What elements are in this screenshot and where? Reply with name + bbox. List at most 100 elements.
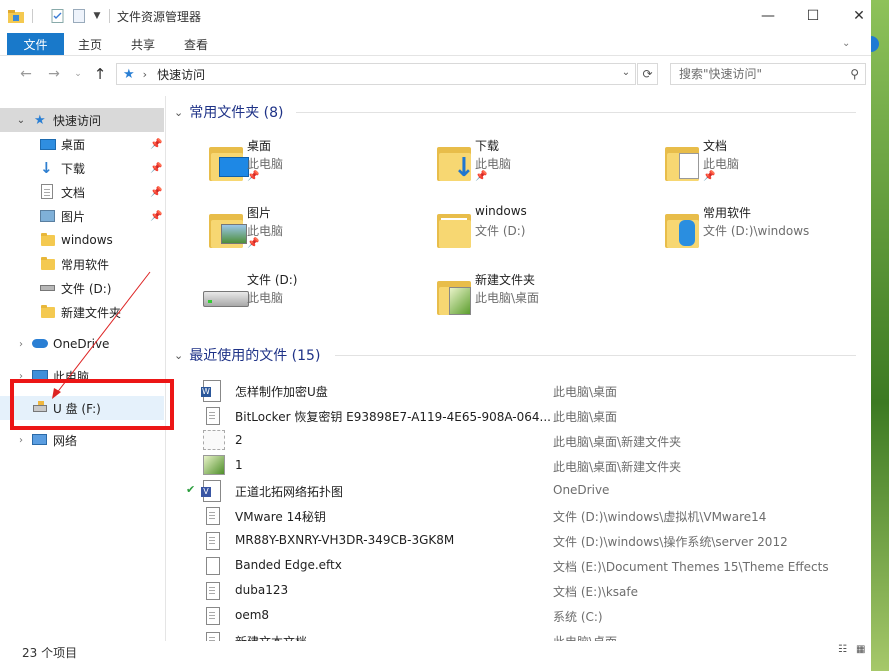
tab-home[interactable]: 主页 [78,33,102,55]
image-folder-icon [437,277,471,315]
forward-button[interactable]: → [44,64,64,84]
pin-icon[interactable]: 📌 [703,171,715,182]
text-file-icon [206,607,220,625]
recent-file-row[interactable]: 2 此电脑\桌面\新建文件夹 [200,428,850,453]
breadcrumb-separator: › [142,67,148,81]
nav-item-desktop[interactable]: 桌面 📌 [0,132,164,156]
pin-icon[interactable]: 📌 [150,163,162,174]
text-file-icon [206,532,220,550]
recent-file-row[interactable]: Banded Edge.eftx 文档 (E:)\Document Themes… [200,553,850,578]
pin-icon[interactable]: 📌 [150,211,162,222]
text-file-icon [206,507,220,525]
large-icons-view-icon[interactable]: ▦ [856,644,870,656]
chevron-down-icon[interactable]: ⌄ [174,349,183,362]
tile-name: windows [475,204,527,218]
title-separator [107,8,111,24]
group-title: 最近使用的文件 (15) [189,348,321,364]
tile-software[interactable]: 常用软件 文件 (D:)\windows [657,200,871,260]
maximize-button[interactable]: ☐ [790,0,836,31]
tile-new-folder[interactable]: 新建文件夹 此电脑\桌面 [429,267,649,327]
back-button[interactable]: ← [16,64,36,84]
desktop-background [863,0,889,671]
tile-desktop[interactable]: 桌面 此电脑 📌 [201,133,421,193]
text-file-icon [206,407,220,425]
folder-icon [41,233,55,246]
recent-file-row[interactable]: 1 此电脑\桌面\新建文件夹 [200,453,850,478]
address-dropdown-icon[interactable]: ⌄ [619,67,633,81]
image-file-icon [203,430,225,450]
refresh-button[interactable]: ⟳ [637,63,658,85]
recent-file-row[interactable]: BitLocker 恢复密钥 E93898E7-A119-4E65-908A-0… [200,403,850,428]
file-name: 正道北拓网络拓扑图 [235,485,344,499]
nav-item-windows[interactable]: windows [0,228,164,252]
title-bar: ▼ 文件资源管理器 — ☐ ✕ [0,0,871,31]
file-path: 文档 (E:)\ksafe [553,585,639,599]
recent-file-row[interactable]: VMware 14秘钥 文件 (D:)\windows\虚拟机\VMware14 [200,503,850,528]
software-folder-icon [665,210,699,248]
recent-file-row[interactable]: MR88Y-BXNRY-VH3DR-349CB-3GK8M 文件 (D:)\wi… [200,528,850,553]
tile-location: 此电脑 [247,224,284,238]
file-path: 此电脑\桌面 [553,385,618,399]
status-bar: 23 个项目 [0,641,871,661]
recent-file-row[interactable]: duba123 文档 (E:)\ksafe [200,578,850,603]
text-file-icon [206,632,220,641]
file-path: 文件 (D:)\windows\操作系统\server 2012 [553,535,788,549]
nav-item-downloads[interactable]: ↓ 下载 📌 [0,156,164,180]
tile-location: 此电脑 [475,157,512,171]
tile-downloads[interactable]: ↓ 下载 此电脑 📌 [429,133,649,193]
tile-documents[interactable]: 文档 此电脑 📌 [657,133,871,193]
recent-file-row[interactable]: 新建文本文档 此电脑\桌面 [200,628,850,641]
properties-icon[interactable] [50,8,66,24]
address-bar[interactable]: ★ › 快速访问 ⌄ [116,63,636,85]
pin-icon[interactable]: 📌 [150,139,162,150]
recent-file-row[interactable]: oem8 系统 (C:) [200,603,850,628]
frequent-folders-header[interactable]: ⌄ 常用文件夹 (8) [174,102,284,122]
toolbar-separator [30,8,34,24]
search-box[interactable]: ⚲ [670,63,866,85]
recent-files-header[interactable]: ⌄ 最近使用的文件 (15) [174,345,320,365]
chevron-right-icon[interactable]: › [16,339,26,350]
tile-name: 桌面 [247,139,272,153]
details-view-icon[interactable]: ☷ [838,644,852,656]
breadcrumb-quick-access[interactable]: 快速访问 [157,66,205,83]
image-file-icon [203,455,225,475]
explorer-app-icon[interactable] [6,8,26,24]
text-file-icon [206,582,220,600]
pin-icon[interactable]: 📌 [247,238,259,249]
close-button[interactable]: ✕ [836,0,871,31]
recent-file-row[interactable]: ✔ V 正道北拓网络拓扑图 OneDrive [186,478,850,503]
tile-location: 此电脑\桌面 [475,291,540,305]
pin-icon[interactable]: 📌 [150,187,162,198]
nav-label: 快速访问 [53,113,102,128]
tile-drive-d[interactable]: 文件 (D:) 此电脑 [201,267,421,327]
tab-view[interactable]: 查看 [184,33,208,55]
file-name: MR88Y-BXNRY-VH3DR-349CB-3GK8M [235,533,455,547]
chevron-down-icon[interactable]: ⌄ [174,106,183,119]
search-icon[interactable]: ⚲ [850,67,859,81]
file-path: 此电脑\桌面 [553,633,617,641]
pin-icon[interactable]: 📌 [247,171,259,182]
tile-name: 新建文件夹 [475,273,536,287]
recent-locations-dropdown[interactable]: ⌄ [68,64,88,84]
tile-windows[interactable]: windows 文件 (D:) [429,200,649,260]
up-button[interactable]: ↑ [90,64,110,84]
nav-item-documents[interactable]: 文档 📌 [0,180,164,204]
tile-pictures[interactable]: 图片 此电脑 📌 [201,200,421,260]
tile-name: 图片 [247,206,272,220]
chevron-right-icon[interactable]: › [16,435,26,446]
nav-network[interactable]: › 网络 [0,428,164,452]
expand-ribbon-icon[interactable]: ⌄ [842,39,852,49]
tab-share[interactable]: 共享 [131,33,155,55]
search-input[interactable] [677,66,845,82]
new-folder-icon[interactable] [72,8,86,24]
pin-icon[interactable]: 📌 [475,171,487,182]
nav-quick-access[interactable]: ⌄ ★ 快速访问 [0,108,164,132]
nav-item-pictures[interactable]: 图片 📌 [0,204,164,228]
tab-file[interactable]: 文件 [7,33,64,55]
chevron-down-icon[interactable]: ⌄ [16,115,26,126]
recent-file-row[interactable]: W 怎样制作加密U盘 此电脑\桌面 [200,378,850,403]
minimize-button[interactable]: — [745,0,791,31]
customize-toolbar-dropdown[interactable]: ▼ [90,8,104,24]
item-count: 23 个项目 [22,646,78,660]
nav-label: windows [61,233,113,247]
